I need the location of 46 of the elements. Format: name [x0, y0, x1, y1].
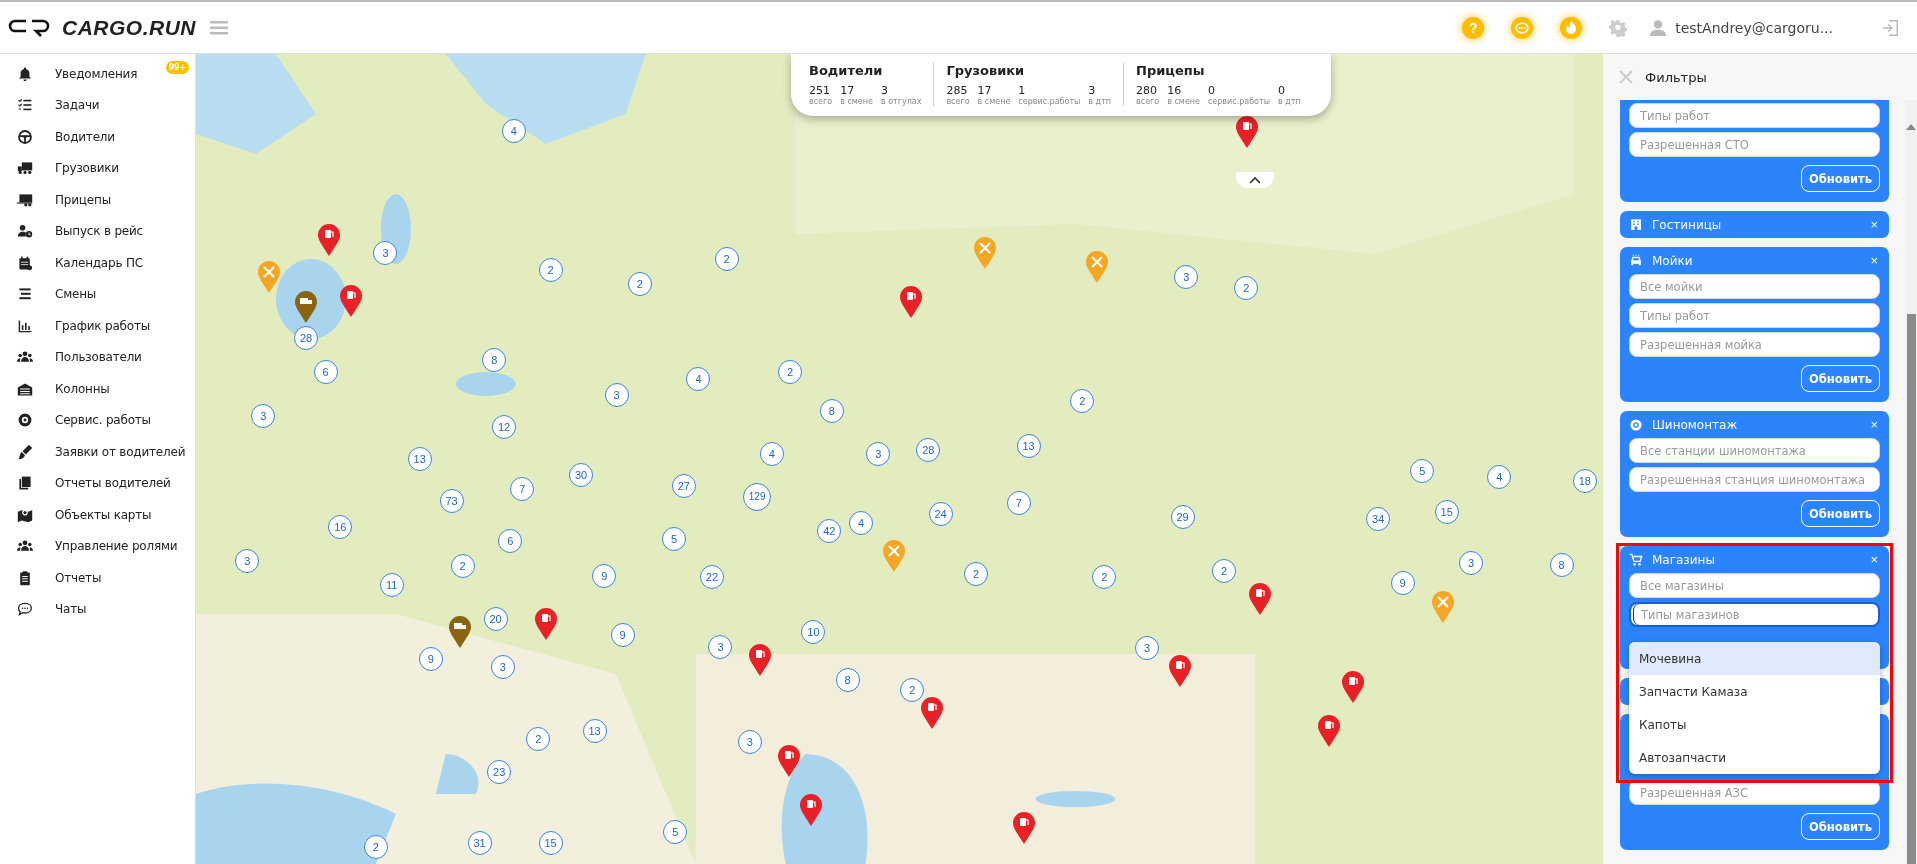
stat-caption: в дтп: [1278, 97, 1301, 106]
stat-caption: сервис.работы: [1207, 97, 1270, 106]
stat-value: 251: [809, 84, 831, 97]
sidebar-label: Календарь ПС: [55, 255, 143, 270]
sidebar-label: Колонны: [55, 381, 110, 396]
stat-caption: сервис.работы: [1018, 97, 1081, 106]
stats-title: Прицепы: [1136, 63, 1206, 78]
sidebar-label: Смены: [55, 287, 97, 302]
sidebar-label: Выпуск в рейс: [55, 224, 143, 239]
sidebar-label: Чаты: [55, 602, 87, 617]
stat-value: 0: [1207, 84, 1216, 97]
stat-value: 3: [1088, 84, 1097, 97]
stat-value: 0: [1278, 84, 1286, 97]
notification-badge: 99+: [165, 61, 189, 74]
sidebar-label: Объекты карты: [55, 507, 152, 522]
stat-value: 1: [1018, 84, 1027, 97]
sidebar-label: Водители: [55, 129, 115, 144]
sidebar-label: Сервис. работы: [55, 413, 151, 428]
stat-caption: в дтп: [1088, 97, 1112, 106]
stat-caption: всего: [946, 97, 970, 106]
stat-value: 17: [840, 84, 856, 97]
sidebar-label: Уведомления: [55, 66, 138, 81]
stat-caption: в отгулах: [880, 97, 922, 106]
sidebar-label: Отчеты водителей: [55, 476, 171, 491]
sidebar-label: График работы: [55, 318, 150, 333]
stat-caption: всего: [809, 97, 833, 106]
stat-caption: всего: [1136, 97, 1160, 106]
stat-caption: в смене: [977, 97, 1011, 106]
stat-value: 17: [977, 84, 993, 97]
sidebar-label: Пользователи: [55, 350, 142, 365]
stats-title: Водители: [809, 63, 884, 78]
sidebar-label: Грузовики: [55, 161, 119, 176]
stats-title: Грузовики: [946, 63, 1026, 78]
stat-caption: в смене: [840, 97, 873, 106]
stat-value: 16: [1167, 84, 1183, 97]
stat-value: 285: [946, 84, 969, 97]
panel-title: Фильтры: [1645, 69, 1707, 85]
stat-value: 3: [880, 84, 889, 97]
logo-text: CARGO.RUN: [62, 15, 196, 40]
stat-caption: в смене: [1167, 97, 1200, 106]
stat-value: 280: [1136, 84, 1159, 97]
sidebar-label: Задачи: [55, 98, 100, 113]
sidebar-label: Заявки от водителей: [55, 444, 186, 459]
sidebar-label: Управление ролями: [55, 539, 178, 554]
sidebar-label: Прицепы: [55, 192, 111, 207]
sidebar-label: Отчеты: [55, 570, 102, 585]
